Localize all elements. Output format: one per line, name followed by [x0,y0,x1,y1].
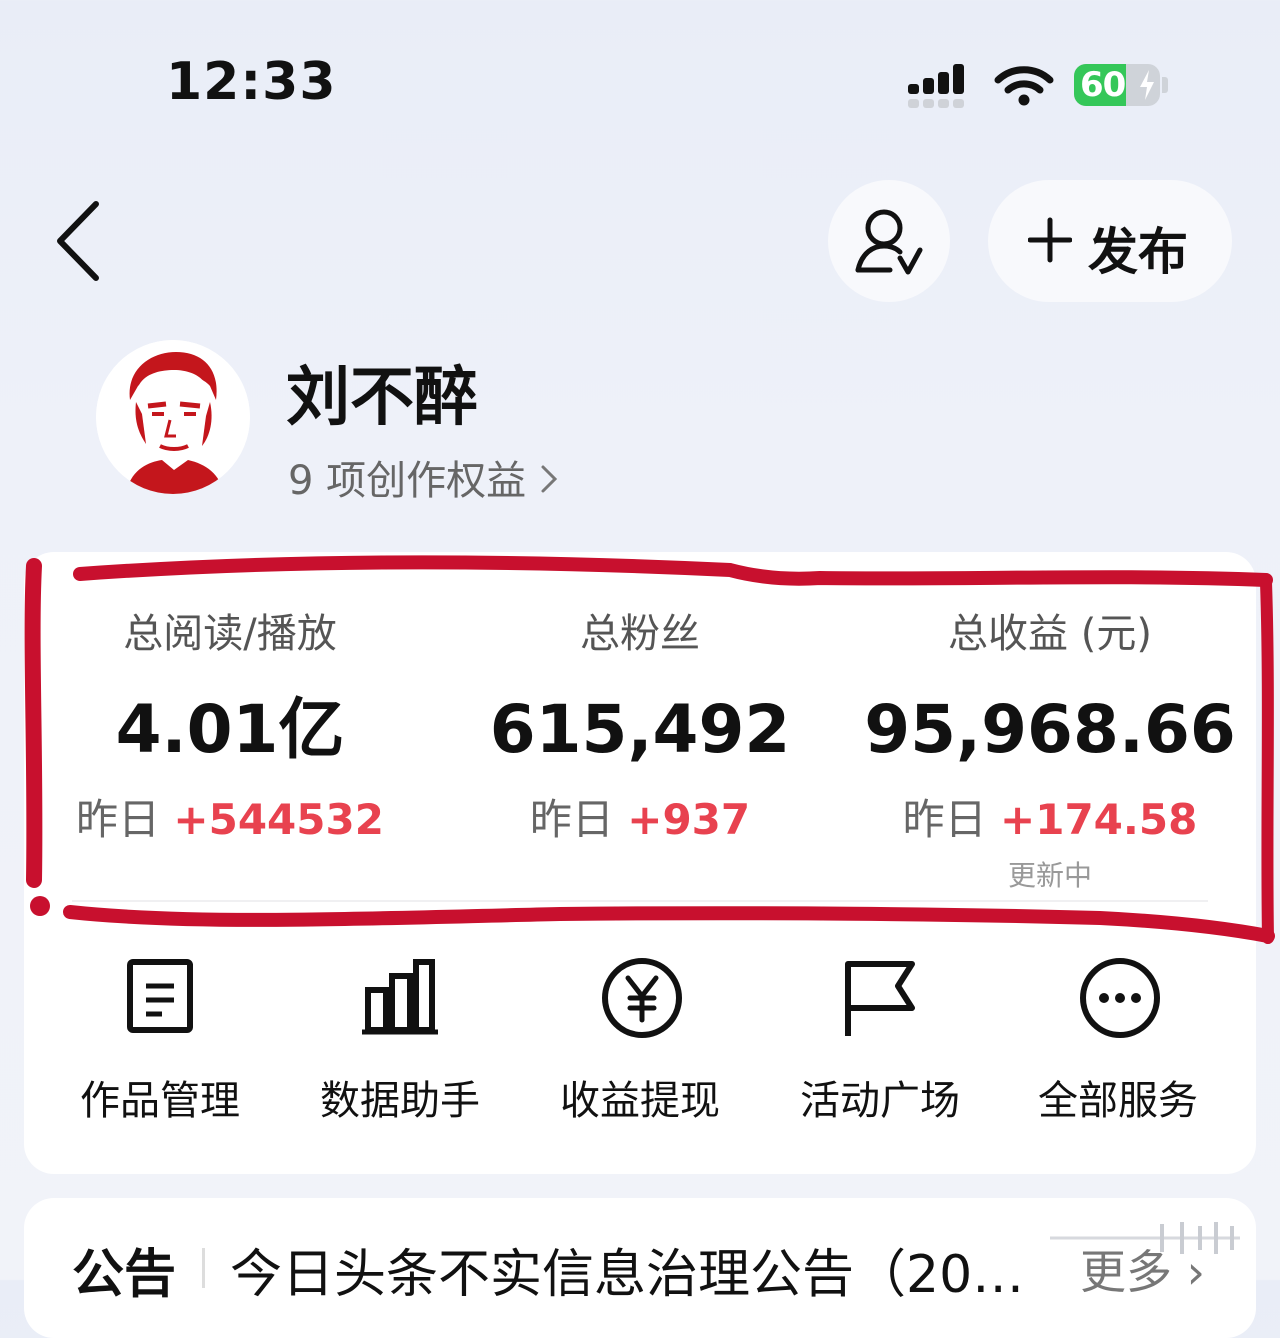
user-check-icon [855,209,923,275]
document-icon [127,959,193,1033]
plus-icon [1028,217,1072,263]
chevron-left-icon [57,201,99,281]
shortcut-all-services[interactable]: 全部服务 [1008,950,1228,1130]
divider [72,900,1208,902]
follow-button[interactable] [828,180,950,302]
username: 刘不醉 [286,361,478,435]
avatar-portrait [96,340,250,494]
shortcut-label: 数据助手 [320,1078,480,1124]
stat-updating-note: 更新中 [1007,859,1092,892]
stat-delta: 昨日 +544532 [50,792,410,848]
stat-total-fans[interactable]: 总粉丝 615,492 昨日 +937 [460,606,820,848]
stat-value: 4.01亿 [115,691,345,768]
creator-benefits-link[interactable]: 9 项创作权益 [288,448,558,506]
creator-benefits-label: 9 项创作权益 [288,458,527,504]
stat-delta-value: +937 [627,795,751,844]
stat-label: 总收益 (元) [948,611,1152,657]
more-icon [1080,958,1160,1038]
shortcut-label: 收益提现 [560,1078,720,1124]
stat-value: 95,968.66 [864,691,1236,768]
stat-delta-value: +174.58 [1000,795,1198,844]
status-time: 12:33 [166,52,337,112]
shortcut-data-assistant[interactable]: 数据助手 [290,950,510,1130]
notice-separator [202,1248,205,1288]
notice-text[interactable]: 今日头条不实信息治理公告（20… [230,1232,1030,1307]
notice-label: 公告 [72,1245,177,1305]
stat-label: 总阅读/播放 [123,611,337,657]
charging-bolt-icon [1140,70,1154,100]
shortcut-activity-square[interactable]: 活动广场 [770,950,990,1130]
battery-icon: 60 [1074,64,1160,106]
stat-delta-prefix: 昨日 [529,795,614,844]
wifi-icon [994,66,1054,106]
battery-percent: 60 [1080,65,1126,105]
shortcut-label: 全部服务 [1038,1078,1198,1124]
cellular-signal-icon [908,64,978,108]
shortcut-works-management[interactable]: 作品管理 [50,950,270,1130]
shortcut-income-withdraw[interactable]: 收益提现 [530,950,750,1130]
stat-delta-value: +544532 [173,795,384,844]
stat-value: 615,492 [489,691,791,768]
publish-label: 发布 [1088,223,1188,281]
publish-button[interactable]: 发布 [988,180,1232,302]
flag-icon [845,961,915,1036]
chevron-right-icon [541,465,558,493]
stat-total-reads[interactable]: 总阅读/播放 4.01亿 昨日 +544532 [50,606,410,848]
stat-label: 总粉丝 [580,611,700,657]
watermark-icon [1050,1222,1240,1254]
stat-delta: 昨日 +174.58 [860,792,1240,848]
avatar[interactable] [96,340,250,494]
yuan-coin-icon [602,958,682,1038]
battery-cap [1162,77,1168,93]
stat-delta: 昨日 +937 [460,792,820,848]
stat-total-income[interactable]: 总收益 (元) 95,968.66 昨日 +174.58 更新中 [860,606,1240,894]
bar-chart-icon [362,959,438,1035]
shortcut-label: 作品管理 [80,1078,240,1124]
stat-delta-prefix: 昨日 [902,795,987,844]
back-button[interactable] [46,196,116,286]
shortcut-label: 活动广场 [800,1078,960,1124]
stat-delta-prefix: 昨日 [76,795,161,844]
